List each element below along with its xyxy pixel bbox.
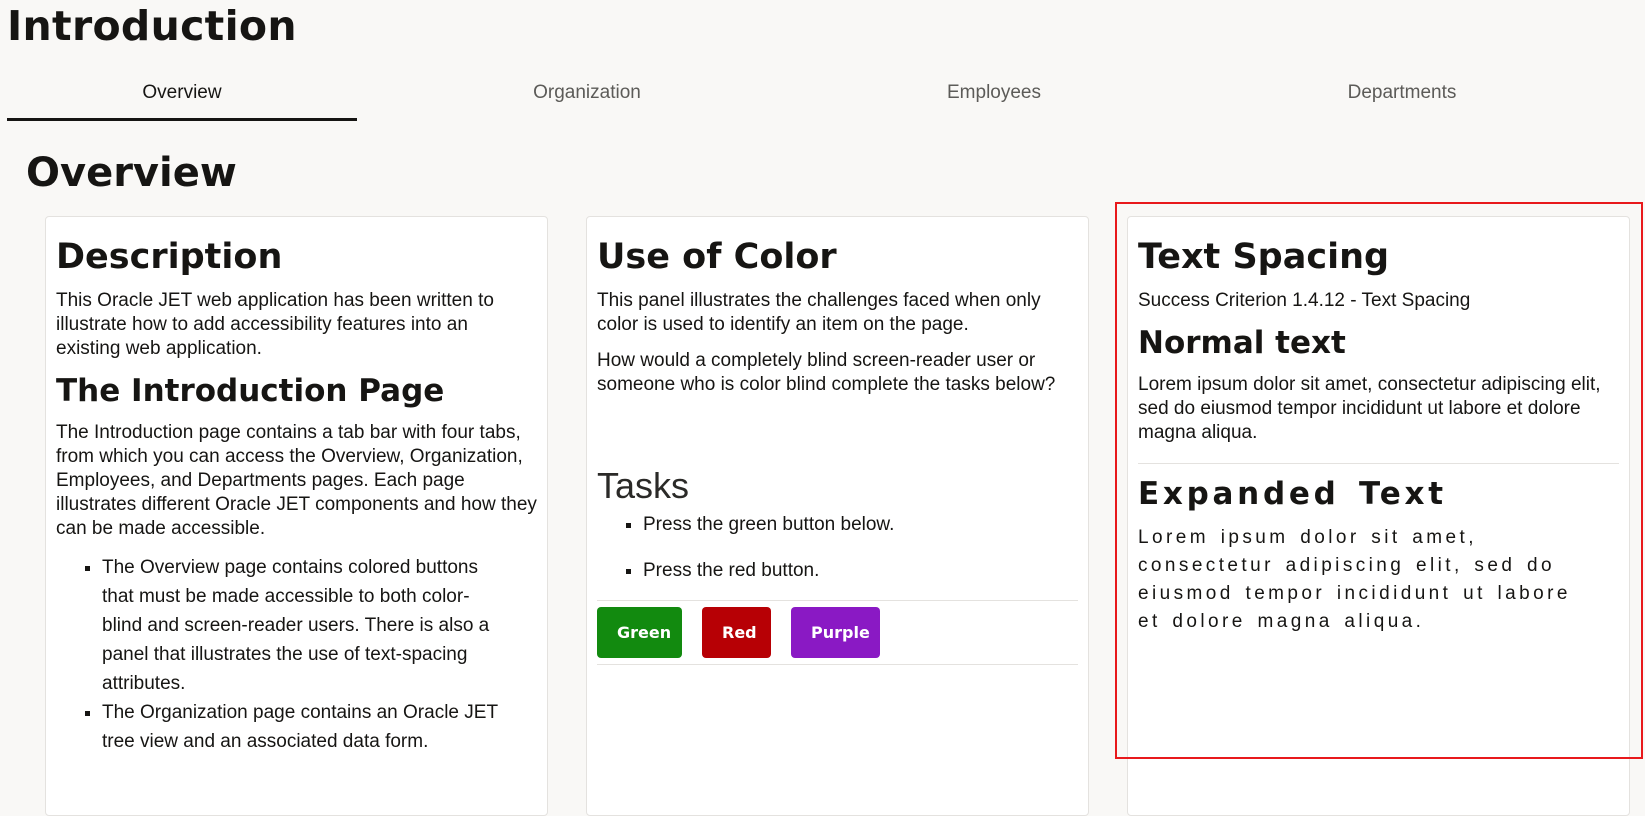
list-item: The Overview page contains colored butto…: [102, 553, 507, 698]
color-button-row: Green Red Purple: [597, 600, 1078, 665]
tab-overview[interactable]: Overview: [7, 70, 357, 121]
introduction-page-heading: The Introduction Page: [56, 373, 445, 409]
expanded-text: Lorem ipsum dolor sit amet, consectetur …: [1138, 527, 1571, 632]
task-list: Press the green button below. Press the …: [597, 513, 1078, 583]
page-list: The Overview page contains colored butto…: [56, 553, 507, 756]
red-button[interactable]: Red: [702, 607, 771, 658]
color-panel: Use of Color This panel illustrates the …: [586, 216, 1089, 816]
description-panel: Description This Oracle JET web applicat…: [45, 216, 548, 816]
list-item: The Organization page contains an Oracle…: [102, 698, 507, 756]
list-item: Press the green button below.: [643, 513, 1078, 537]
color-panel-title: Use of Color: [597, 237, 837, 277]
tab-departments[interactable]: Departments: [1227, 70, 1577, 118]
description-title: Description: [56, 237, 283, 277]
tasks-heading: Tasks: [597, 465, 690, 506]
description-intro: This Oracle JET web application has been…: [56, 290, 494, 359]
normal-text-heading: Normal text: [1138, 325, 1346, 361]
section-title: Overview: [26, 150, 237, 196]
purple-button[interactable]: Purple: [791, 607, 880, 658]
list-item: Press the red button.: [643, 559, 1078, 583]
expanded-text-heading: Expanded Text: [1138, 476, 1447, 512]
introduction-page-text: The Introduction page contains a tab bar…: [56, 422, 537, 539]
tab-organization[interactable]: Organization: [412, 70, 762, 118]
text-spacing-title: Text Spacing: [1138, 237, 1390, 277]
color-panel-question: How would a completely blind screen-read…: [597, 350, 1056, 395]
tab-employees[interactable]: Employees: [819, 70, 1169, 118]
success-criterion: Success Criterion 1.4.12 - Text Spacing: [1138, 290, 1471, 311]
tab-bar: Overview Organization Employees Departme…: [7, 70, 1638, 122]
green-button[interactable]: Green: [597, 607, 682, 658]
normal-text: Lorem ipsum dolor sit amet, consectetur …: [1138, 374, 1601, 443]
color-panel-intro: This panel illustrates the challenges fa…: [597, 290, 1041, 335]
divider: [1138, 463, 1619, 464]
page-title: Introduction: [7, 2, 297, 50]
text-spacing-panel: Text Spacing Success Criterion 1.4.12 - …: [1127, 216, 1630, 816]
